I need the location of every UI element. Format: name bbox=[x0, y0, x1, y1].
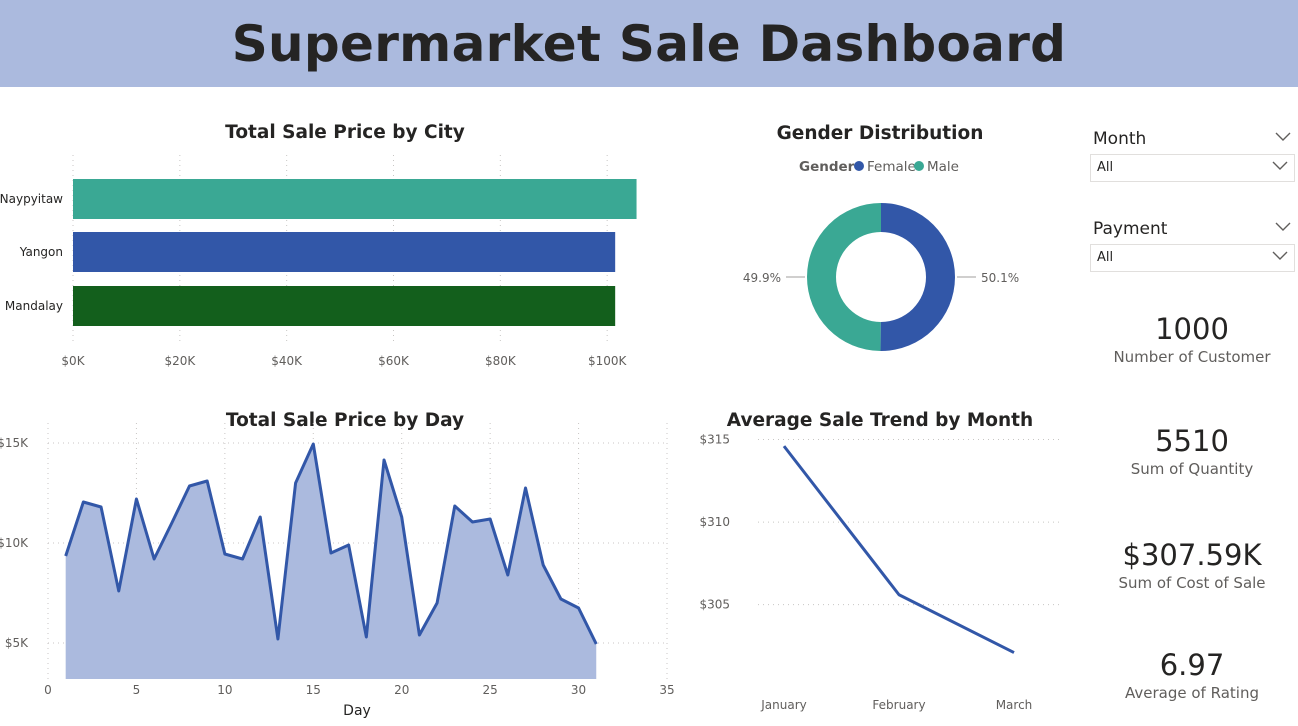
x-tick-label: March bbox=[996, 698, 1033, 712]
category-label: Yangon bbox=[19, 245, 63, 259]
month-line-chart[interactable]: Average Sale Trend by Month $305 $310 $315… bbox=[690, 400, 1070, 726]
legend-marker bbox=[854, 161, 864, 171]
month-slicer-dropdown[interactable]: All bbox=[1090, 154, 1295, 182]
x-tick-label: 15 bbox=[306, 683, 321, 697]
chevron-down-icon[interactable] bbox=[1275, 222, 1291, 232]
x-tick-label: $0K bbox=[61, 354, 85, 368]
month-slicer-header[interactable]: Month bbox=[1090, 124, 1295, 154]
day-area-plot: $5K $10K $15K 0 5 10 15 20 25 30 35 Day bbox=[0, 423, 675, 719]
y-tick-label: $5K bbox=[5, 636, 29, 650]
bar-yangon bbox=[73, 232, 616, 272]
x-tick-label: 35 bbox=[659, 683, 674, 697]
dashboard-header: Supermarket Sale Dashboard bbox=[0, 0, 1298, 87]
y-tick-label: $315 bbox=[699, 433, 730, 447]
x-tick-label: $60K bbox=[378, 354, 410, 368]
payment-slicer-dropdown[interactable]: All bbox=[1090, 244, 1295, 272]
legend-label-female: Female bbox=[867, 159, 916, 175]
y-tick-label: $15K bbox=[0, 436, 29, 450]
x-tick-label: 20 bbox=[394, 683, 409, 697]
x-axis-title: Day bbox=[343, 703, 371, 719]
payment-slicer-value: All bbox=[1097, 250, 1114, 265]
x-tick-label: 30 bbox=[571, 683, 586, 697]
card-sum-of-quantity: 5510 Sum of Quantity bbox=[1090, 424, 1294, 478]
donut-slice-male bbox=[807, 203, 881, 351]
category-label: Naypyitaw bbox=[0, 192, 63, 206]
y-tick-label: $10K bbox=[0, 536, 29, 550]
x-tick-label: January bbox=[760, 698, 807, 712]
chevron-down-icon bbox=[1272, 251, 1288, 260]
legend-label-male: Male bbox=[927, 159, 959, 175]
category-label: Mandalay bbox=[5, 299, 63, 313]
card-value: 5510 bbox=[1155, 424, 1229, 458]
donut-slice-female bbox=[880, 203, 956, 351]
x-tick-label: 0 bbox=[44, 683, 52, 697]
x-tick-label: $20K bbox=[164, 354, 196, 368]
payment-slicer-header[interactable]: Payment bbox=[1090, 214, 1295, 244]
y-tick-label: $305 bbox=[699, 598, 730, 612]
x-tick-label: 10 bbox=[217, 683, 232, 697]
city-bar-chart-plot: $0K $20K $40K $60K $80K $100K Naypyitaw Yangon M… bbox=[0, 155, 637, 368]
data-label-male: 49.9% bbox=[743, 271, 781, 285]
x-tick-label: $100K bbox=[588, 354, 628, 368]
legend-title: Gender bbox=[799, 159, 855, 175]
month-line-plot: $305 $310 $315 January February March bbox=[699, 433, 1062, 712]
dashboard-title: Supermarket Sale Dashboard bbox=[231, 14, 1067, 73]
legend-marker bbox=[914, 161, 924, 171]
card-average-of-rating: 6.97 Average of Rating bbox=[1090, 648, 1294, 702]
y-tick-label: $310 bbox=[699, 515, 730, 529]
x-tick-label: 25 bbox=[483, 683, 498, 697]
card-value: $307.59K bbox=[1122, 538, 1262, 572]
month-slicer-value: All bbox=[1097, 160, 1114, 175]
card-number-of-customer: 1000 Number of Customer bbox=[1090, 312, 1294, 366]
card-label: Sum of Cost of Sale bbox=[1118, 574, 1266, 592]
payment-slicer: Payment All bbox=[1090, 214, 1295, 272]
city-bar-chart[interactable]: Total Sale Price by City $0K $20K $40K $60K… bbox=[0, 110, 690, 385]
x-tick-label: February bbox=[872, 698, 925, 712]
card-label: Number of Customer bbox=[1113, 348, 1271, 366]
card-sum-of-cost-of-sale: $307.59K Sum of Cost of Sale bbox=[1090, 538, 1294, 592]
gender-donut-chart[interactable]: Gender Distribution Gender Female Male 50.1… bbox=[700, 110, 1060, 385]
card-value: 6.97 bbox=[1159, 648, 1225, 682]
x-tick-label: $80K bbox=[485, 354, 517, 368]
card-value: 1000 bbox=[1155, 312, 1229, 346]
data-label-female: 50.1% bbox=[981, 271, 1019, 285]
bar-mandalay bbox=[73, 286, 616, 326]
series-line bbox=[782, 445, 1015, 654]
card-label: Sum of Quantity bbox=[1130, 460, 1254, 478]
payment-slicer-title: Payment bbox=[1093, 219, 1168, 239]
bar-naypyitaw bbox=[73, 179, 637, 219]
area-fill bbox=[65, 444, 597, 679]
chevron-down-icon[interactable] bbox=[1275, 132, 1291, 142]
day-area-chart[interactable]: Total Sale Price by Day $5K $10K $15K 0 5 10 1… bbox=[0, 400, 690, 726]
month-slicer: Month All bbox=[1090, 124, 1295, 182]
chevron-down-icon bbox=[1272, 161, 1288, 170]
card-label: Average of Rating bbox=[1125, 684, 1259, 702]
month-slicer-title: Month bbox=[1093, 129, 1147, 149]
gender-donut-plot: Gender Female Male 50.1% 49.9% bbox=[743, 159, 1019, 351]
x-tick-label: 5 bbox=[133, 683, 141, 697]
x-tick-label: $40K bbox=[271, 354, 303, 368]
